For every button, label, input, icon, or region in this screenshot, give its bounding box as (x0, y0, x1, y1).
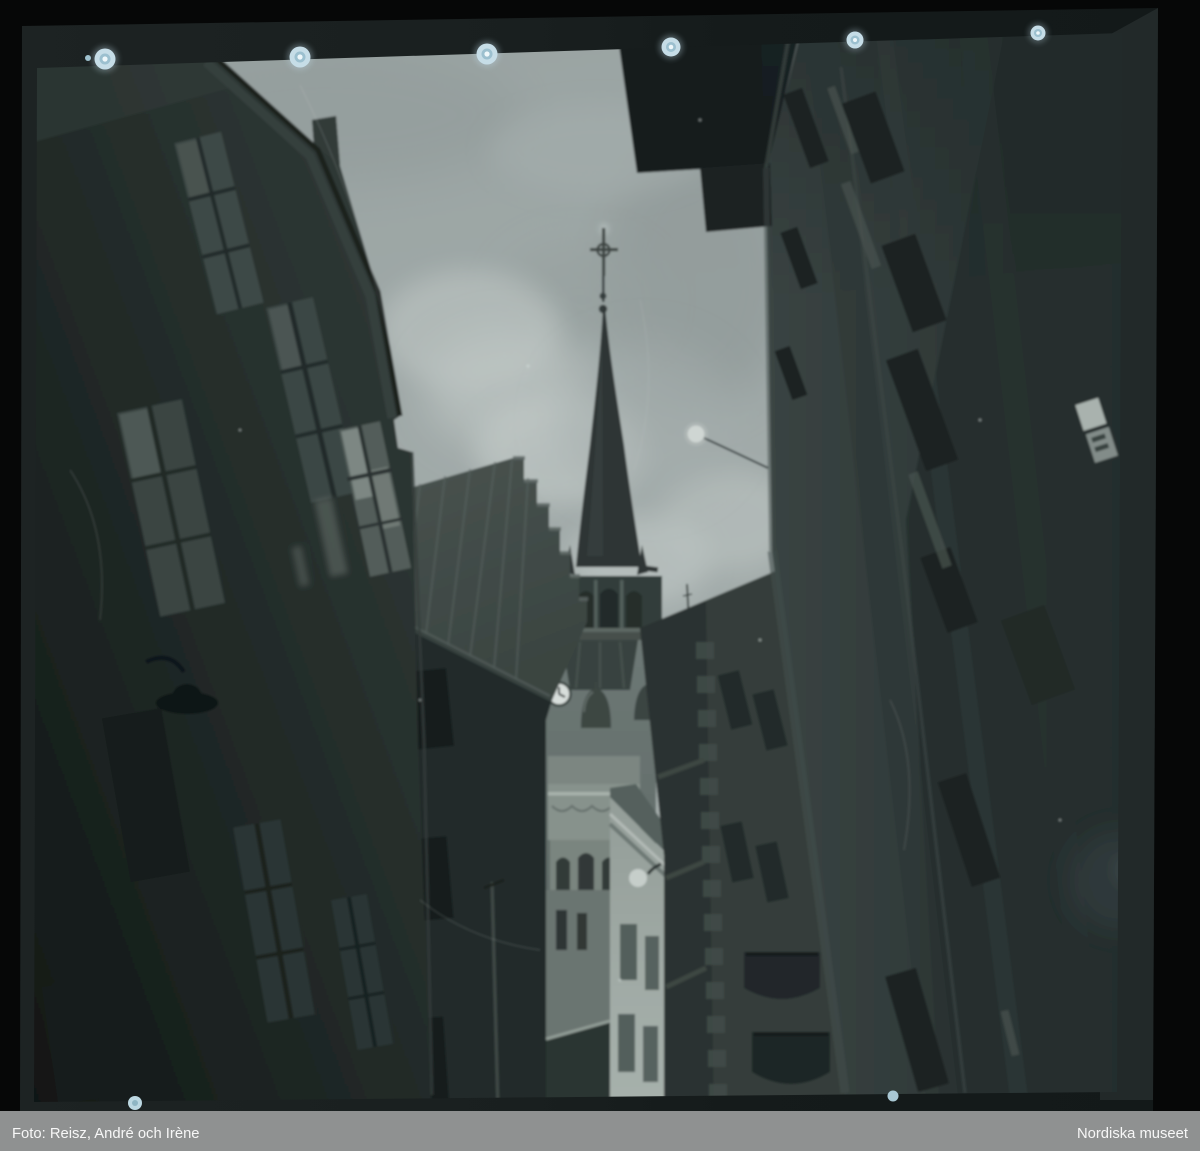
svg-text:Foto: Reisz, André och Irène: Foto: Reisz, André och Irène (12, 1126, 200, 1142)
svg-text:Nordiska museet: Nordiska museet (1077, 1126, 1188, 1142)
